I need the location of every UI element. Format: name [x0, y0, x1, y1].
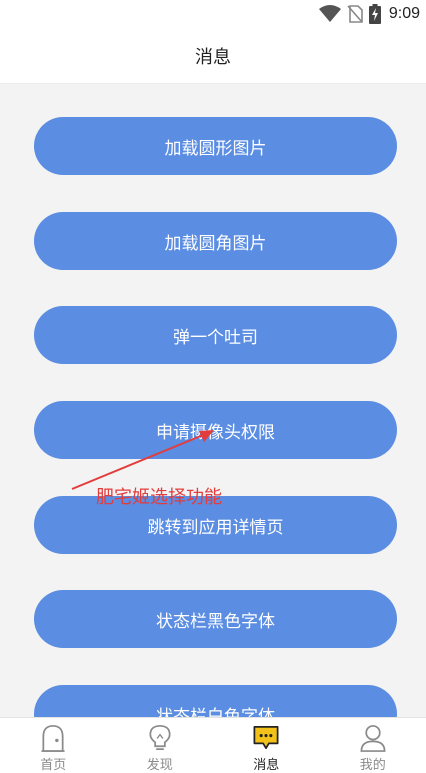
no-sim-icon	[347, 5, 363, 23]
person-icon	[360, 725, 386, 752]
tab-label: 我的	[359, 758, 386, 773]
battery-charging-icon	[368, 4, 381, 24]
status-bar: 9:09	[0, 0, 426, 28]
annotation-text: 肥宅姬选择功能	[96, 487, 222, 508]
tab-label: 消息	[253, 758, 280, 773]
tab-label: 发现	[146, 758, 173, 773]
home-icon	[41, 725, 65, 752]
bottom-tab-bar: 首页 发现 消息 我的	[0, 717, 426, 773]
page-title: 消息	[195, 46, 231, 68]
load-circle-image-button[interactable]: 加载圆形图片	[34, 117, 397, 175]
lightbulb-icon	[149, 725, 171, 751]
status-time: 9:09	[388, 5, 420, 22]
tab-discover[interactable]: 发现	[107, 718, 214, 773]
wifi-icon	[318, 5, 341, 22]
title-bar: 消息	[0, 28, 426, 84]
tab-label: 首页	[40, 758, 67, 773]
load-rounded-image-button[interactable]: 加载圆角图片	[34, 212, 397, 270]
status-icons: 9:09	[318, 3, 420, 25]
tab-messages[interactable]: 消息	[213, 718, 320, 773]
request-camera-permission-button[interactable]: 申请摄像头权限	[34, 401, 397, 459]
content-area[interactable]: 加载圆形图片 加载圆角图片 弹一个吐司 申请摄像头权限 跳转到应用详情页 状态栏…	[0, 84, 426, 718]
status-bar-light-text-button[interactable]: 状态栏白色字体	[34, 685, 397, 718]
tab-profile[interactable]: 我的	[320, 718, 426, 773]
tab-home[interactable]: 首页	[0, 718, 107, 773]
show-toast-button[interactable]: 弹一个吐司	[34, 306, 397, 364]
status-bar-dark-text-button[interactable]: 状态栏黑色字体	[34, 590, 397, 648]
message-icon	[253, 726, 279, 750]
